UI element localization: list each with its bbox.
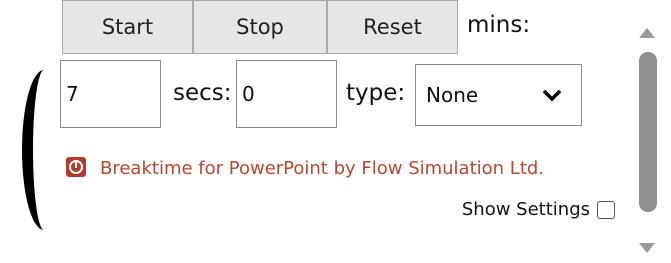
scrollbar-thumb[interactable] <box>639 52 657 212</box>
stop-button[interactable]: Stop <box>193 0 327 54</box>
mins-label: mins: <box>467 12 531 38</box>
scroll-up-arrow-icon[interactable] <box>639 28 655 38</box>
show-settings-checkbox[interactable] <box>597 200 615 219</box>
mins-input[interactable]: 7 <box>60 60 161 128</box>
credit-text: Breaktime for PowerPoint by Flow Simulat… <box>100 158 545 179</box>
secs-input[interactable]: 0 <box>236 60 337 128</box>
type-label: type: <box>346 80 406 106</box>
reset-button[interactable]: Reset <box>327 0 458 54</box>
show-settings[interactable]: Show Settings <box>462 199 615 220</box>
type-select[interactable]: None <box>415 64 582 126</box>
credit-line: Breaktime for PowerPoint by Flow Simulat… <box>60 150 620 188</box>
start-button[interactable]: Start <box>62 0 193 54</box>
stopwatch-icon <box>66 157 86 177</box>
chevron-down-icon <box>542 89 562 102</box>
secs-label: secs: <box>173 80 232 106</box>
scroll-down-arrow-icon[interactable] <box>639 243 655 253</box>
show-settings-label: Show Settings <box>461 199 590 220</box>
type-select-value: None <box>426 83 479 107</box>
